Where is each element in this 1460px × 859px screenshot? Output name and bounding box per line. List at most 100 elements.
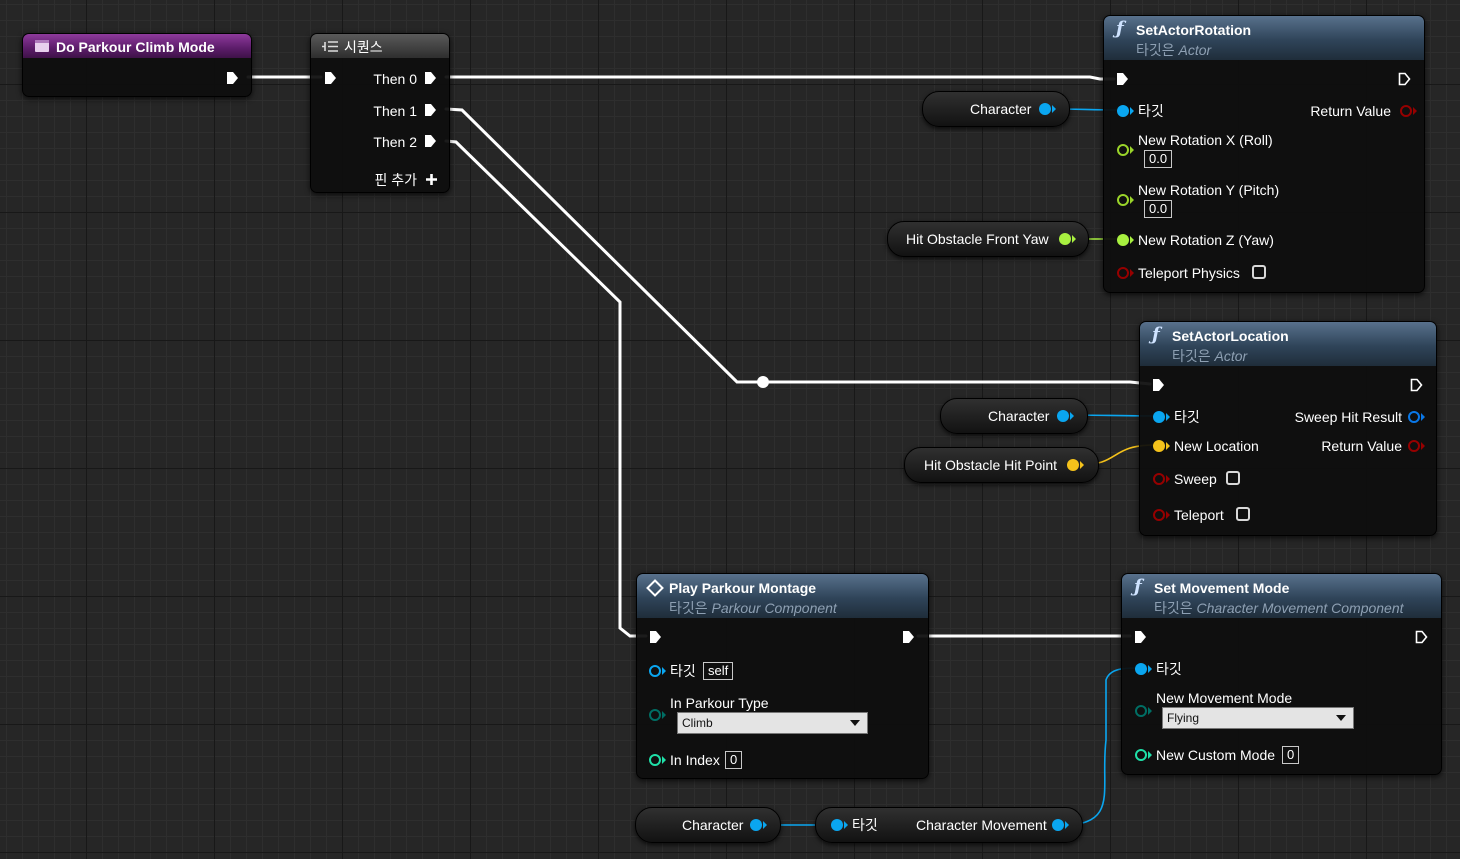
add-pin-label[interactable]: 핀 추가 [374,172,417,188]
return-value-pin[interactable] [1408,440,1420,452]
pitch-label: New Rotation Y (Pitch) [1138,182,1280,198]
roll-label: New Rotation X (Roll) [1138,132,1273,148]
teleport-physics-pin[interactable] [1117,267,1129,279]
pin-arrow-icon [1148,707,1152,715]
pitch-input[interactable]: 0.0 [1144,200,1173,218]
hit-obstacle-hit-point-label: Hit Obstacle Hit Point [924,457,1058,473]
custom-mode-label: New Custom Mode [1156,747,1276,763]
pin-arrow-icon [1130,269,1134,277]
play-parkour-montage-title: Play Parkour Montage [669,580,817,596]
exec-out-pin[interactable] [1398,72,1411,86]
object-out-pin[interactable] [1039,103,1051,115]
exec-in-pin[interactable] [1134,630,1147,644]
exec-out-pin[interactable] [1410,378,1423,392]
character-getter-label: Character [988,408,1050,424]
new-location-pin[interactable] [1153,440,1165,452]
target-pin[interactable] [649,665,661,677]
parkour-type-pin[interactable] [649,709,661,721]
then-2-label: Then 2 [373,134,417,150]
sequence-icon [322,41,338,52]
character-movement-getter[interactable]: 타깃 Character Movement [815,807,1083,843]
exec-out-pin[interactable] [226,71,239,85]
float-out-pin[interactable] [1059,233,1071,245]
object-out-pin[interactable] [1057,410,1069,422]
exec-out-pin[interactable] [1415,630,1428,644]
pin-arrow-icon [662,756,666,764]
vector-out-pin[interactable] [1067,459,1079,471]
teleport-pin[interactable] [1153,509,1165,521]
then-0-pin[interactable] [424,71,437,85]
exec-in-pin[interactable] [649,630,662,644]
sweep-checkbox[interactable] [1226,471,1240,485]
character-getter-rotation[interactable]: Character [922,91,1070,127]
sweep-hit-result-pin[interactable] [1408,411,1420,423]
set-movement-mode-node[interactable]: ƒ Set Movement Mode 타깃은 Character Moveme… [1121,573,1442,775]
pin-arrow-icon [1052,105,1056,113]
target-pin[interactable] [1117,105,1129,117]
character-getter-bottom[interactable]: Character [635,807,781,843]
movement-mode-dropdown[interactable]: Flying [1162,707,1354,729]
target-pin[interactable] [1135,663,1147,675]
sweep-label: Sweep [1174,471,1217,487]
set-actor-rotation-node[interactable]: ƒ SetActorRotation 타깃은 Actor 타깃 Return V… [1103,15,1425,293]
reroute-knot [757,376,769,388]
target-in-pin[interactable] [831,819,843,831]
hit-obstacle-front-yaw-label: Hit Obstacle Front Yaw [906,231,1049,247]
character-movement-target-label: 타깃 [852,817,878,833]
return-value-pin[interactable] [1400,105,1412,117]
exec-wire-then0-to-rotation [444,75,1116,81]
exec-in-pin[interactable] [1152,378,1165,392]
set-actor-rotation-title: SetActorRotation [1136,22,1252,38]
target-pin[interactable] [1153,411,1165,423]
chevron-down-icon [850,720,860,726]
teleport-checkbox[interactable] [1236,507,1250,521]
pin-arrow-icon [662,711,666,719]
then-1-pin[interactable] [424,103,437,117]
parkour-type-value: Climb [682,716,713,730]
pin-arrow-icon [1166,442,1170,450]
set-actor-location-node[interactable]: ƒ SetActorLocation 타깃은 Actor 타깃 Sweep Hi… [1139,321,1437,536]
movement-mode-value: Flying [1167,711,1200,725]
target-label: 타깃 [1138,103,1164,119]
function-icon: ƒ [1134,576,1142,597]
set-movement-mode-target-class: 타깃은 Character Movement Component [1154,600,1404,616]
parkour-type-dropdown[interactable]: Climb [677,712,868,734]
roll-input[interactable]: 0.0 [1144,150,1173,168]
event-node-do-parkour-climb-mode[interactable]: Do Parkour Climb Mode [22,33,252,97]
pin-arrow-icon [844,821,848,829]
yaw-pin[interactable] [1117,234,1129,246]
hit-obstacle-front-yaw-getter[interactable]: Hit Obstacle Front Yaw [887,221,1089,257]
target-self-input[interactable]: self [703,662,734,680]
exec-wire-then2-to-montage [444,139,648,638]
custom-mode-input[interactable]: 0 [1282,746,1300,764]
custom-mode-pin[interactable] [1135,749,1147,761]
plus-icon[interactable] [425,173,438,186]
pin-arrow-icon [1166,413,1170,421]
then-2-pin[interactable] [424,134,437,148]
hit-obstacle-hit-point-getter[interactable]: Hit Obstacle Hit Point [904,447,1099,483]
index-pin[interactable] [649,754,661,766]
play-parkour-montage-node[interactable]: Play Parkour Montage 타깃은 Parkour Compone… [636,573,929,779]
character-getter-location[interactable]: Character [940,398,1088,434]
set-actor-location-title: SetActorLocation [1172,328,1289,344]
sequence-node[interactable]: 시퀀스 Then 0 Then 1 Then 2 핀 추가 [310,33,450,193]
parkour-type-label: In Parkour Type [670,695,769,711]
exec-out-pin[interactable] [902,630,915,644]
target-label: 타깃 [1156,661,1182,677]
teleport-physics-checkbox[interactable] [1252,265,1266,279]
set-movement-mode-title: Set Movement Mode [1154,580,1290,596]
pin-arrow-icon [1166,475,1170,483]
object-out-pin[interactable] [1052,819,1064,831]
sweep-pin[interactable] [1153,473,1165,485]
index-input[interactable]: 0 [725,751,743,769]
roll-pin[interactable] [1117,144,1129,156]
pin-arrow-icon [1421,442,1425,450]
event-node-title: Do Parkour Climb Mode [56,39,215,55]
pitch-pin[interactable] [1117,194,1129,206]
exec-in-pin[interactable] [324,71,337,85]
object-out-pin[interactable] [750,819,762,831]
exec-in-pin[interactable] [1116,72,1129,86]
movement-mode-pin[interactable] [1135,705,1147,717]
pin-arrow-icon [1065,821,1069,829]
target-label: 타깃 [1174,409,1200,425]
